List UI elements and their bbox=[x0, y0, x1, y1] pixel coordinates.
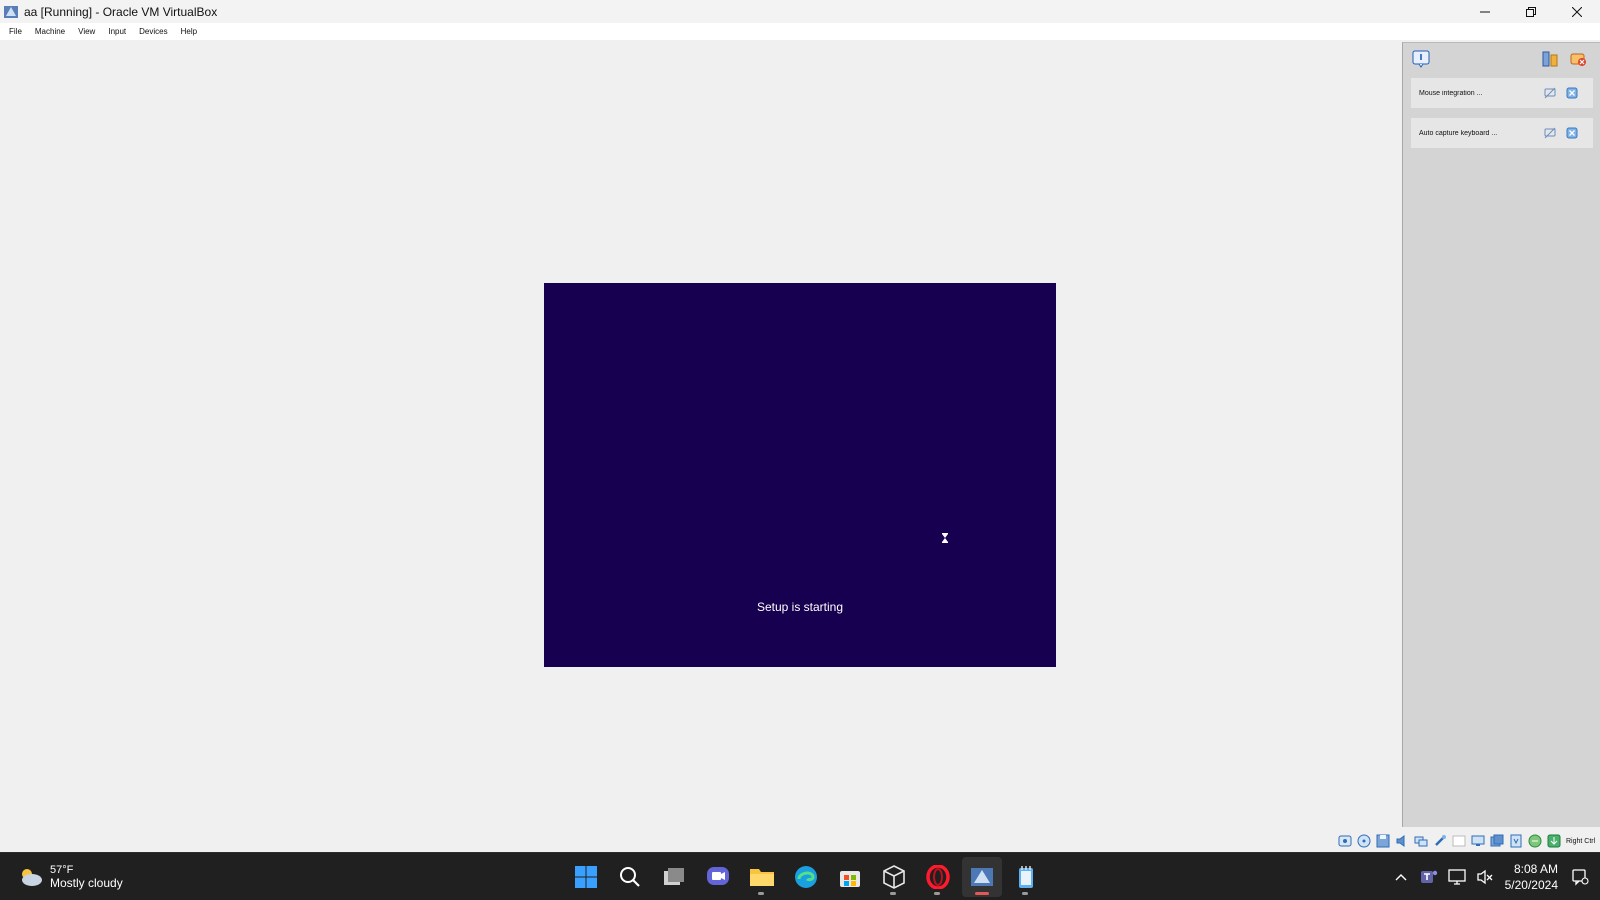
minimize-icon bbox=[1480, 11, 1490, 12]
panel-settings-icon[interactable] bbox=[1541, 50, 1559, 68]
edge-icon bbox=[795, 866, 817, 888]
cloudy-weather-icon bbox=[22, 869, 42, 886]
floppy-icon[interactable] bbox=[1374, 833, 1391, 849]
notification-center-panel: Mouse integration ... Auto capture keybo… bbox=[1402, 42, 1600, 827]
window-title-bar[interactable]: aa [Running] - Oracle VM VirtualBox bbox=[0, 0, 1600, 23]
notification-icon[interactable] bbox=[1411, 49, 1431, 69]
close-button[interactable] bbox=[1554, 0, 1600, 23]
chat-icon bbox=[707, 867, 729, 885]
weather-widget[interactable]: 57°F Mostly cloudy bbox=[16, 859, 123, 895]
notification-mouse-integration[interactable]: Mouse integration ... bbox=[1411, 78, 1593, 108]
show-hidden-icons-button[interactable] bbox=[1389, 865, 1413, 889]
clock-time: 8:08 AM bbox=[1513, 862, 1558, 876]
weather-condition: Mostly cloudy bbox=[50, 876, 123, 890]
notification-bell-icon bbox=[1572, 869, 1589, 886]
windows-taskbar: 57°F Mostly cloudy 8:08 AM 5/20/2024 bbox=[0, 852, 1600, 900]
search-icon bbox=[620, 867, 640, 887]
mouse-integration-icon[interactable] bbox=[1545, 833, 1562, 849]
network-icon[interactable] bbox=[1412, 833, 1429, 849]
host-key-label: Right Ctrl bbox=[1566, 837, 1596, 845]
notepad-button[interactable] bbox=[1006, 857, 1046, 897]
vm-display-area[interactable]: Setup is starting bbox=[0, 40, 1402, 826]
chat-button[interactable] bbox=[698, 857, 738, 897]
close-icon bbox=[1572, 6, 1582, 17]
network-tray-button[interactable] bbox=[1445, 865, 1469, 889]
edge-button[interactable] bbox=[786, 857, 826, 897]
volume-tray-button[interactable] bbox=[1473, 865, 1497, 889]
usb-icon[interactable] bbox=[1431, 833, 1448, 849]
cpu-icon[interactable] bbox=[1507, 833, 1524, 849]
virtualbox-manager-icon bbox=[883, 865, 905, 889]
menu-bar: File Machine View Input Devices Help bbox=[0, 23, 1600, 40]
do-not-show-again-button[interactable] bbox=[1541, 84, 1559, 102]
virtualbox-manager-button[interactable] bbox=[874, 857, 914, 897]
virtualbox-icon bbox=[2, 3, 20, 21]
store-button[interactable] bbox=[830, 857, 870, 897]
window-title: aa [Running] - Oracle VM VirtualBox bbox=[24, 4, 218, 19]
menu-help[interactable]: Help bbox=[176, 27, 205, 36]
teams-icon bbox=[1420, 870, 1437, 883]
restore-icon bbox=[1526, 6, 1536, 17]
close-notification-icon bbox=[1566, 87, 1578, 99]
vtx-icon[interactable] bbox=[1526, 833, 1543, 849]
menu-input[interactable]: Input bbox=[103, 27, 134, 36]
notepad-icon bbox=[1019, 866, 1033, 888]
vm-screen[interactable]: Setup is starting bbox=[544, 283, 1056, 667]
store-icon bbox=[840, 871, 860, 887]
start-button[interactable] bbox=[566, 857, 606, 897]
minimize-button[interactable] bbox=[1462, 0, 1508, 23]
file-explorer-button[interactable] bbox=[742, 857, 782, 897]
mute-notification-icon bbox=[1544, 87, 1556, 99]
menu-machine[interactable]: Machine bbox=[30, 27, 73, 36]
do-not-show-again-button[interactable] bbox=[1541, 124, 1559, 142]
menu-devices[interactable]: Devices bbox=[134, 27, 175, 36]
taskbar-clock[interactable]: 8:08 AM 5/20/2024 bbox=[1505, 861, 1558, 893]
close-notification-icon bbox=[1566, 127, 1578, 139]
teams-tray-button[interactable] bbox=[1417, 865, 1441, 889]
display-icon[interactable] bbox=[1469, 833, 1486, 849]
network-monitor-icon bbox=[1447, 869, 1466, 885]
clock-date: 5/20/2024 bbox=[1504, 878, 1558, 892]
close-notification-button[interactable] bbox=[1563, 84, 1581, 102]
close-notification-button[interactable] bbox=[1563, 124, 1581, 142]
opera-icon bbox=[926, 865, 950, 889]
system-tray: 8:08 AM 5/20/2024 bbox=[1385, 853, 1592, 900]
shared-folders-icon[interactable] bbox=[1450, 833, 1467, 849]
recording-icon[interactable] bbox=[1488, 833, 1505, 849]
virtualbox-vm-icon bbox=[971, 868, 993, 886]
opera-button[interactable] bbox=[918, 857, 958, 897]
menu-file[interactable]: File bbox=[4, 27, 30, 36]
weather-temperature: 57°F bbox=[50, 864, 74, 876]
hard-disk-icon[interactable] bbox=[1336, 833, 1353, 849]
notification-center-button[interactable] bbox=[1568, 865, 1592, 889]
search-button[interactable] bbox=[610, 857, 650, 897]
notification-label: Mouse integration ... bbox=[1419, 89, 1483, 97]
task-view-button[interactable] bbox=[654, 857, 694, 897]
optical-drive-icon[interactable] bbox=[1355, 833, 1372, 849]
notification-auto-capture-keyboard[interactable]: Auto capture keyboard ... bbox=[1411, 118, 1593, 148]
file-explorer-icon bbox=[750, 869, 774, 886]
task-view-icon bbox=[664, 868, 684, 885]
busy-cursor-icon bbox=[942, 533, 948, 543]
speaker-muted-icon bbox=[1476, 869, 1493, 885]
notification-panel-header bbox=[1403, 43, 1600, 77]
restore-button[interactable] bbox=[1508, 0, 1554, 23]
virtualbox-vm-button[interactable] bbox=[962, 857, 1002, 897]
audio-icon[interactable] bbox=[1393, 833, 1410, 849]
chevron-up-icon bbox=[1395, 874, 1407, 881]
menu-view[interactable]: View bbox=[73, 27, 103, 36]
notification-label: Auto capture keyboard ... bbox=[1419, 129, 1498, 137]
start-icon bbox=[575, 866, 597, 888]
vm-status-bar: Right Ctrl bbox=[1336, 832, 1600, 850]
mute-notification-icon bbox=[1544, 127, 1556, 139]
setup-status-text: Setup is starting bbox=[756, 600, 844, 614]
dismiss-all-icon[interactable] bbox=[1569, 50, 1587, 68]
